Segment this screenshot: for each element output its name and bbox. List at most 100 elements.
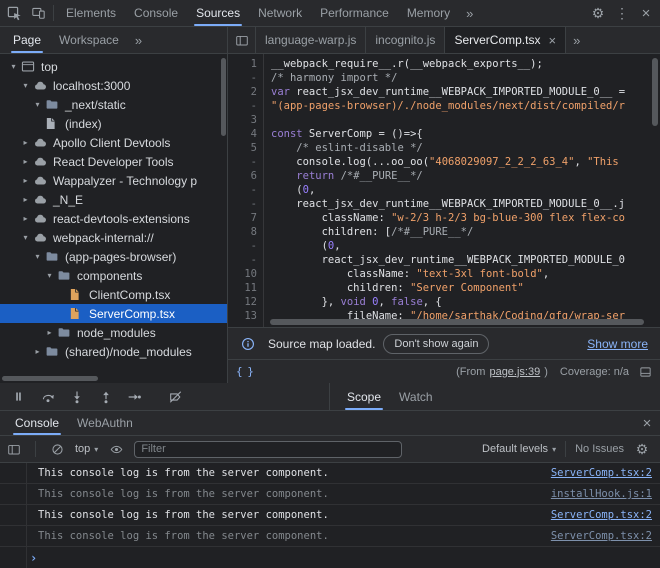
navigator-toggle-icon[interactable] bbox=[228, 27, 256, 53]
chevron-expanded-icon[interactable]: ▾ bbox=[20, 233, 31, 242]
close-drawer-icon[interactable]: × bbox=[634, 411, 660, 435]
pretty-print-icon[interactable]: { } bbox=[236, 365, 253, 378]
code-token: , bbox=[334, 240, 340, 252]
panel-tab-network[interactable]: Network bbox=[249, 0, 311, 26]
line-number-gutter: 1-2-345-6--78--10111213 bbox=[228, 54, 264, 327]
console-source-link[interactable]: installHook.js:1 bbox=[539, 487, 652, 501]
vertical-scrollbar[interactable] bbox=[652, 58, 658, 126]
editor-tab-language-warp-js[interactable]: language-warp.js bbox=[256, 27, 366, 53]
debugger-tab-scope[interactable]: Scope bbox=[338, 383, 390, 410]
console-tab-console[interactable]: Console bbox=[6, 411, 68, 435]
code-token: react_jsx_dev_runtime__WEBPACK_IMPORTED_… bbox=[271, 198, 625, 210]
chevron-expanded-icon[interactable]: ▾ bbox=[8, 62, 19, 71]
tree-item-components[interactable]: ▾components bbox=[0, 266, 227, 285]
source-file-link[interactable]: page.js:39 bbox=[489, 366, 540, 378]
vertical-scrollbar[interactable] bbox=[221, 58, 226, 136]
context-selector[interactable]: top ▾ bbox=[75, 443, 98, 455]
step-out-icon[interactable] bbox=[91, 383, 120, 410]
cloud-icon bbox=[33, 136, 48, 150]
device-toolbar-icon[interactable] bbox=[26, 0, 50, 26]
show-more-link[interactable]: Show more bbox=[587, 337, 652, 351]
tree-item-shared-node-modules[interactable]: ▸(shared)/node_modules bbox=[0, 342, 227, 361]
tree-item-clientcomp-tsx[interactable]: ClientComp.tsx bbox=[0, 285, 227, 304]
code-editor[interactable]: 1-2-345-6--78--10111213 __webpack_requir… bbox=[228, 54, 660, 327]
chevron-collapsed-icon[interactable]: ▸ bbox=[20, 176, 31, 185]
step-icon[interactable] bbox=[120, 383, 149, 410]
console-sidebar-icon[interactable] bbox=[2, 438, 26, 460]
close-devtools-icon[interactable]: × bbox=[634, 0, 658, 26]
more-editor-tabs-button[interactable]: » bbox=[566, 27, 587, 53]
source-map-notification: Source map loaded. Don't show again Show… bbox=[228, 327, 660, 359]
tree-item-apollo-client-devtools[interactable]: ▸Apollo Client Devtools bbox=[0, 133, 227, 152]
tree-item-app-pages-browser[interactable]: ▾(app-pages-browser) bbox=[0, 247, 227, 266]
console-source-link[interactable]: ServerComp.tsx:2 bbox=[539, 529, 652, 543]
code-line: react_jsx_dev_runtime__WEBPACK_IMPORTED_… bbox=[271, 253, 660, 267]
step-into-icon[interactable] bbox=[62, 383, 91, 410]
tree-item-webpack-internal[interactable]: ▾webpack-internal:// bbox=[0, 228, 227, 247]
more-menu-icon[interactable]: ⋮ bbox=[610, 0, 634, 26]
live-expression-eye-icon[interactable] bbox=[104, 438, 128, 460]
pause-icon[interactable] bbox=[4, 383, 33, 410]
console-tab-bar: ConsoleWebAuthn × bbox=[0, 411, 660, 436]
panel-layout-icon[interactable] bbox=[639, 366, 652, 378]
horizontal-scrollbar[interactable] bbox=[2, 376, 98, 381]
close-tab-icon[interactable]: × bbox=[548, 33, 556, 48]
tree-item-react-devtools-extensions[interactable]: ▸react-devtools-extensions bbox=[0, 209, 227, 228]
tree-item-next-static[interactable]: ▾_next/static bbox=[0, 95, 227, 114]
tree-item-n-e[interactable]: ▸_N_E bbox=[0, 190, 227, 209]
tree-item-react-developer-tools[interactable]: ▸React Developer Tools bbox=[0, 152, 227, 171]
chevron-collapsed-icon[interactable]: ▸ bbox=[20, 157, 31, 166]
debugger-tab-watch[interactable]: Watch bbox=[390, 383, 442, 410]
panel-tab-console[interactable]: Console bbox=[125, 0, 187, 26]
chevron-collapsed-icon[interactable]: ▸ bbox=[20, 214, 31, 223]
code-line bbox=[271, 113, 660, 127]
toolbar-divider bbox=[565, 441, 566, 457]
code-line: __webpack_require__.r(__webpack_exports_… bbox=[271, 57, 660, 71]
panel-tab-performance[interactable]: Performance bbox=[311, 0, 398, 26]
tree-item-servercomp-tsx[interactable]: ServerComp.tsx bbox=[0, 304, 227, 323]
chevron-collapsed-icon[interactable]: ▸ bbox=[32, 347, 43, 356]
chevron-collapsed-icon[interactable]: ▸ bbox=[20, 138, 31, 147]
log-levels-selector[interactable]: Default levels ▾ bbox=[482, 443, 556, 455]
inspect-icon[interactable] bbox=[2, 0, 26, 26]
issues-counter[interactable]: No Issues bbox=[575, 443, 624, 455]
sidebar-tab-page[interactable]: Page bbox=[4, 27, 50, 53]
debugger-tab-strip: ScopeWatch bbox=[338, 383, 442, 410]
code-token: /*#__PURE__*/ bbox=[341, 170, 423, 182]
settings-gear-icon[interactable]: ⚙ bbox=[586, 0, 610, 26]
horizontal-scrollbar[interactable] bbox=[270, 319, 644, 325]
chevron-expanded-icon[interactable]: ▾ bbox=[32, 100, 43, 109]
more-panels-button[interactable]: » bbox=[459, 0, 480, 26]
step-over-icon[interactable] bbox=[33, 383, 62, 410]
tree-item-top[interactable]: ▾top bbox=[0, 57, 227, 76]
editor-tab-servercomp-tsx[interactable]: ServerComp.tsx× bbox=[445, 27, 566, 53]
console-settings-gear-icon[interactable]: ⚙ bbox=[630, 438, 654, 460]
cloud-icon bbox=[33, 79, 48, 93]
console-source-link[interactable]: ServerComp.tsx:2 bbox=[539, 508, 652, 522]
code-token: /* harmony import */ bbox=[271, 72, 397, 84]
panel-tab-sources[interactable]: Sources bbox=[187, 0, 249, 26]
tree-item-index[interactable]: (index) bbox=[0, 114, 227, 133]
tree-item-localhost-3000[interactable]: ▾localhost:3000 bbox=[0, 76, 227, 95]
clear-console-icon[interactable] bbox=[45, 438, 69, 460]
cloud-icon bbox=[33, 231, 48, 245]
chevron-collapsed-icon[interactable]: ▸ bbox=[20, 195, 31, 204]
console-tab-webauthn[interactable]: WebAuthn bbox=[68, 411, 142, 435]
dont-show-again-button[interactable]: Don't show again bbox=[383, 334, 489, 354]
tree-item-node-modules[interactable]: ▸node_modules bbox=[0, 323, 227, 342]
code-token: false bbox=[391, 296, 423, 308]
console-filter-input[interactable] bbox=[134, 441, 402, 458]
chevron-expanded-icon[interactable]: ▾ bbox=[44, 271, 55, 280]
panel-tab-elements[interactable]: Elements bbox=[57, 0, 125, 26]
more-sidebar-tabs-button[interactable]: » bbox=[128, 27, 149, 53]
panel-tab-memory[interactable]: Memory bbox=[398, 0, 459, 26]
sidebar-tab-workspace[interactable]: Workspace bbox=[50, 27, 128, 53]
chevron-collapsed-icon[interactable]: ▸ bbox=[44, 328, 55, 337]
chevron-expanded-icon[interactable]: ▾ bbox=[32, 252, 43, 261]
tree-item-wappalyzer-technology-p[interactable]: ▸Wappalyzer - Technology p bbox=[0, 171, 227, 190]
console-source-link[interactable]: ServerComp.tsx:2 bbox=[539, 466, 652, 480]
console-prompt[interactable]: › bbox=[0, 547, 660, 567]
deactivate-breakpoints-icon[interactable] bbox=[161, 383, 190, 410]
chevron-expanded-icon[interactable]: ▾ bbox=[20, 81, 31, 90]
editor-tab-incognito-js[interactable]: incognito.js bbox=[366, 27, 445, 53]
